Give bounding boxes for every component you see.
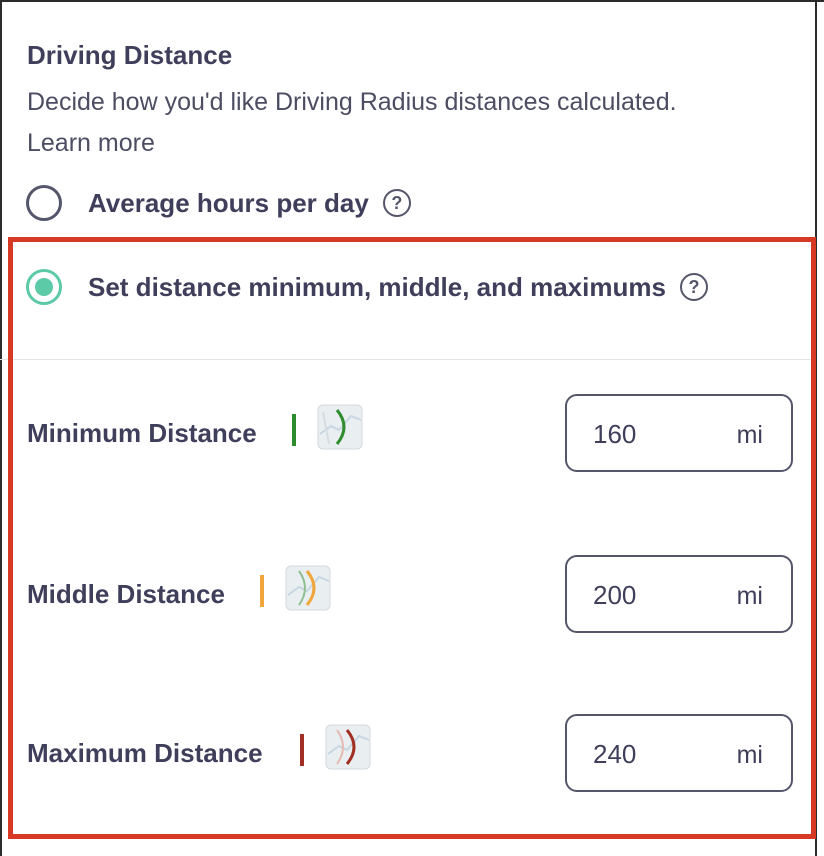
option-average-hours[interactable]: Average hours per day ? <box>26 185 411 221</box>
question-circle-icon[interactable]: ? <box>679 273 708 301</box>
panel-right-edge <box>815 0 817 856</box>
map-radius-icon <box>325 724 371 770</box>
middle-distance-row: Middle Distance mi <box>27 555 795 635</box>
option-label: Set distance minimum, middle, and maximu… <box>88 271 666 302</box>
maximum-distance-label: Maximum Distance <box>27 738 263 768</box>
unit-label: mi <box>736 421 763 449</box>
learn-more-link[interactable]: Learn more <box>27 129 155 157</box>
radio-set-distances[interactable] <box>26 269 62 305</box>
description-text: Decide how you'd like Driving Radius dis… <box>27 88 677 116</box>
section-title: Driving Distance <box>27 40 233 70</box>
divider <box>0 359 815 360</box>
maximum-distance-field[interactable]: mi <box>565 714 793 792</box>
middle-distance-label: Middle Distance <box>27 579 225 609</box>
minimum-distance-field[interactable]: mi <box>565 394 793 472</box>
radio-average-hours[interactable] <box>26 185 62 221</box>
color-swatch <box>260 575 264 607</box>
unit-label: mi <box>736 582 763 610</box>
map-radius-icon <box>317 404 363 450</box>
minimum-distance-label: Minimum Distance <box>27 418 257 448</box>
section-description: Decide how you'd like Driving Radius dis… <box>27 82 707 164</box>
unit-label: mi <box>736 741 763 769</box>
middle-distance-field[interactable]: mi <box>565 555 793 633</box>
map-radius-icon <box>285 565 331 611</box>
color-swatch <box>300 734 304 766</box>
question-circle-icon[interactable]: ? <box>382 189 411 217</box>
minimum-distance-input[interactable] <box>593 418 703 450</box>
option-set-distances[interactable]: Set distance minimum, middle, and maximu… <box>26 269 708 305</box>
maximum-distance-row: Maximum Distance mi <box>27 714 795 794</box>
middle-distance-input[interactable] <box>593 579 703 611</box>
color-swatch <box>292 414 296 446</box>
option-label: Average hours per day <box>88 187 369 218</box>
maximum-distance-input[interactable] <box>593 738 703 770</box>
minimum-distance-row: Minimum Distance mi <box>27 394 795 474</box>
